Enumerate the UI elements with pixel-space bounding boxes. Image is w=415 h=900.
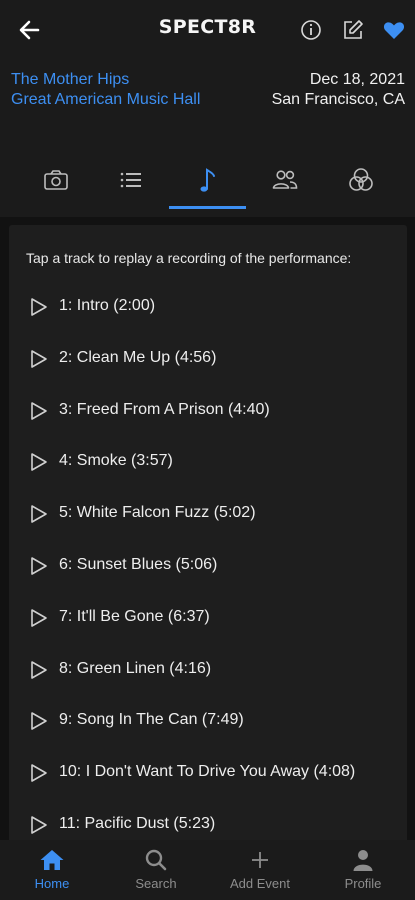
artist-name[interactable]: The Mother Hips (11, 70, 201, 90)
track-item[interactable]: 3: Freed From A Prison (4:40) (26, 396, 396, 426)
track-label: 8: Green Linen (4:16) (59, 660, 212, 677)
track-item[interactable]: 2: Clean Me Up (4:56) (26, 344, 396, 374)
track-label: 10: I Don't Want To Drive You Away (4:08… (59, 763, 356, 780)
info-icon[interactable] (299, 18, 323, 42)
track-item[interactable]: 9: Song In The Can (7:49) (26, 706, 396, 736)
edit-icon[interactable] (341, 18, 365, 42)
nav-home[interactable]: Home (7, 848, 97, 896)
nav-profile[interactable]: Profile (318, 848, 408, 896)
venue-name[interactable]: Great American Music Hall (11, 90, 201, 110)
back-arrow-icon[interactable] (16, 16, 44, 44)
event-location: San Francisco, CA (271, 91, 405, 108)
play-icon[interactable] (30, 660, 48, 680)
nav-search[interactable]: Search (111, 848, 201, 896)
play-icon[interactable] (30, 297, 48, 317)
list-icon[interactable] (116, 165, 146, 195)
track-item[interactable]: 4: Smoke (3:57) (26, 447, 396, 477)
track-item[interactable]: 1: Intro (2:00) (26, 292, 396, 322)
heart-icon[interactable] (382, 18, 406, 42)
circles-icon[interactable] (346, 165, 376, 195)
plus-icon (252, 852, 268, 868)
nav-add-event-label: Add Event (230, 876, 290, 891)
event-date-location: Dec 18, 2021 San Francisco, CA (272, 70, 405, 110)
play-icon[interactable] (30, 556, 48, 576)
track-label: 7: It'll Be Gone (6:37) (59, 608, 210, 625)
app-logo: SPECT8R (150, 16, 265, 38)
person-icon (353, 850, 373, 871)
people-icon[interactable] (270, 165, 300, 195)
play-icon[interactable] (30, 608, 48, 628)
track-item[interactable]: 5: White Falcon Fuzz (5:02) (26, 499, 396, 529)
setlist-instruction: Tap a track to replay a recording of the… (26, 250, 352, 266)
nav-profile-label: Profile (344, 876, 382, 891)
play-icon[interactable] (30, 401, 48, 421)
track-label: 3: Freed From A Prison (4:40) (59, 401, 270, 418)
play-icon[interactable] (30, 711, 48, 731)
play-icon[interactable] (30, 452, 48, 472)
track-item[interactable]: 7: It'll Be Gone (6:37) (26, 603, 396, 633)
search-icon (145, 849, 167, 871)
app-logo-text: SPECT8R (158, 16, 257, 38)
play-icon[interactable] (30, 815, 48, 835)
track-label: 2: Clean Me Up (4:56) (59, 349, 217, 366)
track-label: 5: White Falcon Fuzz (5:02) (59, 504, 256, 521)
event-date: Dec 18, 2021 (309, 71, 405, 88)
nav-add-event[interactable]: Add Event (215, 848, 305, 896)
play-icon[interactable] (30, 504, 48, 524)
track-label: 11: Pacific Dust (5:23) (59, 815, 216, 832)
play-icon[interactable] (30, 349, 48, 369)
track-label: 4: Smoke (3:57) (59, 452, 173, 469)
track-item[interactable]: 10: I Don't Want To Drive You Away (4:08… (26, 758, 396, 788)
camera-icon[interactable] (41, 165, 71, 195)
music-note-icon[interactable] (193, 165, 223, 195)
play-icon[interactable] (30, 763, 48, 783)
track-item[interactable]: 6: Sunset Blues (5:06) (26, 551, 396, 581)
track-label: 6: Sunset Blues (5:06) (59, 556, 218, 573)
track-label: 1: Intro (2:00) (59, 297, 156, 314)
track-item[interactable]: 11: Pacific Dust (5:23) (26, 810, 396, 840)
track-item[interactable]: 8: Green Linen (4:16) (26, 655, 396, 685)
nav-search-label: Search (135, 876, 177, 891)
nav-home-label: Home (34, 876, 70, 891)
event-artist-venue[interactable]: The Mother Hips Great American Music Hal… (11, 70, 201, 110)
home-icon (40, 850, 64, 870)
active-tab-indicator (169, 206, 246, 209)
track-label: 9: Song In The Can (7:49) (59, 711, 244, 728)
